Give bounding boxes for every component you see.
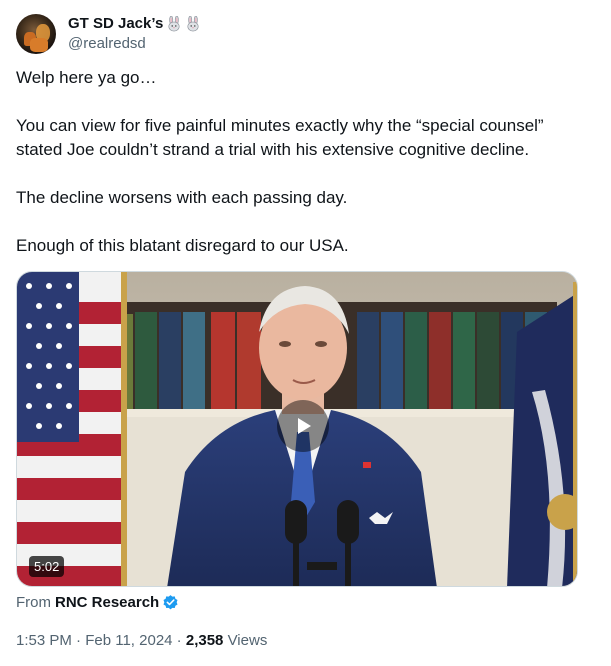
tweet-paragraph: The decline worsens with each passing da… — [16, 188, 348, 207]
play-button[interactable] — [277, 400, 329, 452]
tweet-meta: 1:53 PM · Feb 11, 2024 · 2,358 Views — [16, 630, 267, 650]
tweet-header: GT SD Jack’s @realredsd — [16, 12, 201, 56]
rabbit-icon — [187, 16, 199, 32]
verified-badge-icon — [163, 594, 178, 609]
author-display-name[interactable]: GT SD Jack’s — [68, 14, 163, 34]
author-display-name-row[interactable]: GT SD Jack’s — [68, 14, 201, 34]
video-player[interactable]: 5:02 — [16, 271, 578, 587]
rabbit-icon — [168, 16, 180, 32]
author-names: GT SD Jack’s @realredsd — [68, 14, 201, 54]
tweet-paragraph: Enough of this blatant disregard to our … — [16, 236, 349, 255]
author-handle[interactable]: @realredsd — [68, 34, 201, 54]
source-author-link[interactable]: RNC Research — [55, 594, 159, 611]
tweet: GT SD Jack’s @realredsd Welp here ya go…… — [0, 0, 611, 666]
tweet-date[interactable]: Feb 11, 2024 — [85, 632, 172, 649]
video-source: From RNC Research — [16, 592, 179, 612]
tweet-paragraph: You can view for five painful minutes ex… — [16, 116, 544, 159]
tweet-time[interactable]: 1:53 PM — [16, 632, 72, 649]
video-duration: 5:02 — [29, 556, 65, 577]
source-prefix: From — [16, 593, 51, 611]
meta-separator: · — [71, 631, 86, 649]
tweet-text: Welp here ya go… You can view for five p… — [16, 66, 591, 258]
views-label: Views — [223, 631, 268, 649]
avatar[interactable] — [16, 14, 56, 54]
views-count: 2,358 — [185, 631, 224, 649]
meta-separator: · — [172, 631, 186, 649]
tweet-paragraph: Welp here ya go… — [16, 68, 157, 87]
play-icon — [298, 418, 311, 434]
